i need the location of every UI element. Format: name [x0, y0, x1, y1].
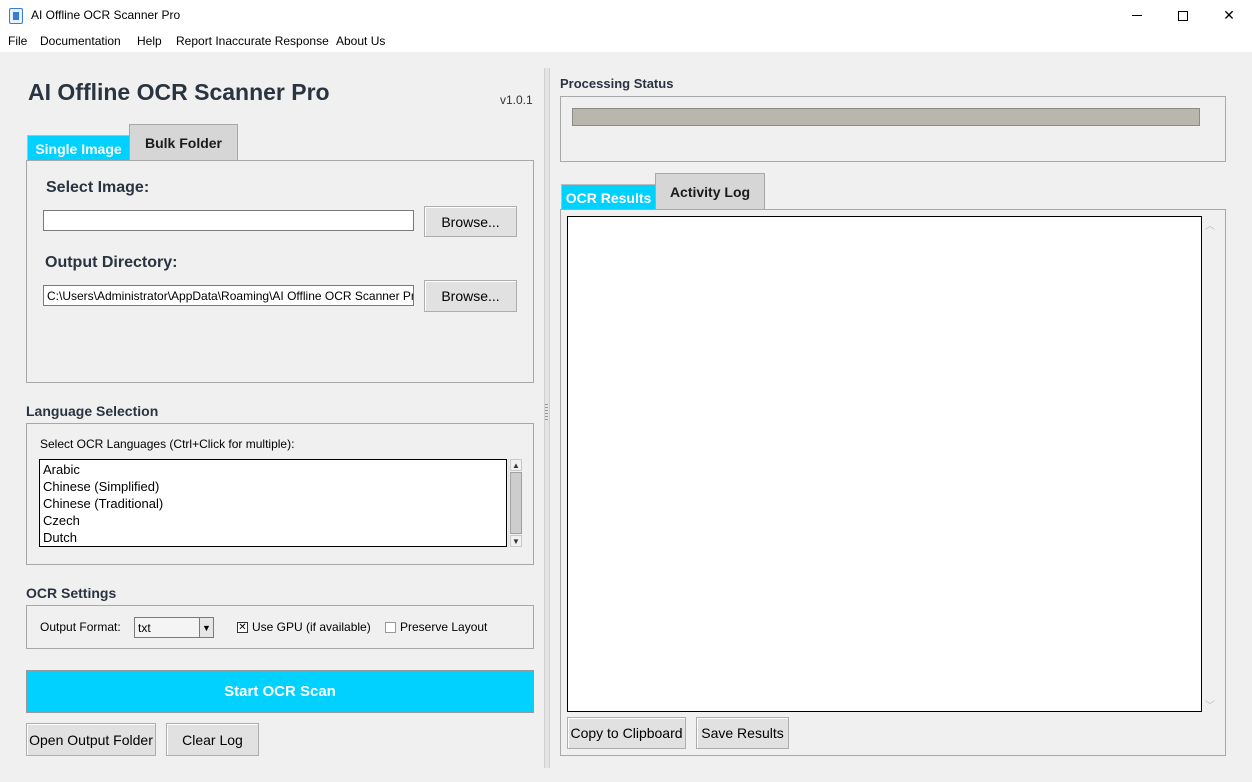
progress-bar: [572, 108, 1200, 126]
use-gpu-checkbox[interactable]: ✕: [237, 622, 248, 633]
processing-status-title: Processing Status: [560, 76, 674, 91]
close-icon: ✕: [1223, 7, 1235, 23]
menu-bar: File Documentation Help Report Inaccurat…: [0, 31, 1252, 52]
browse-image-button[interactable]: Browse...: [424, 206, 517, 237]
language-listbox[interactable]: Arabic Chinese (Simplified) Chinese (Tra…: [39, 459, 507, 547]
menu-file[interactable]: File: [8, 34, 27, 48]
results-scroll-down-icon[interactable]: ﹀: [1205, 697, 1215, 712]
clear-log-button[interactable]: Clear Log: [166, 723, 259, 756]
window-title: AI Offline OCR Scanner Pro: [31, 8, 181, 22]
use-gpu-label: Use GPU (if available): [252, 620, 371, 634]
menu-documentation[interactable]: Documentation: [40, 34, 121, 48]
start-ocr-scan-button[interactable]: Start OCR Scan: [26, 670, 534, 713]
splitter-grip-icon[interactable]: [545, 404, 548, 420]
output-format-value: txt: [138, 620, 151, 635]
scroll-thumb[interactable]: [510, 472, 522, 534]
minimize-button[interactable]: [1114, 0, 1160, 31]
language-item-dutch[interactable]: Dutch: [43, 530, 77, 545]
minimize-icon: [1132, 15, 1142, 16]
tab-ocr-results[interactable]: OCR Results: [561, 184, 656, 211]
select-image-label: Select Image:: [46, 179, 150, 196]
preserve-layout-checkbox[interactable]: [385, 622, 396, 633]
output-directory-input[interactable]: C:\Users\Administrator\AppData\Roaming\A…: [43, 285, 414, 306]
chevron-down-icon[interactable]: ▼: [199, 618, 213, 637]
title-bar: AI Offline OCR Scanner Pro ✕: [0, 0, 1252, 31]
save-results-button[interactable]: Save Results: [696, 717, 789, 749]
select-image-input[interactable]: [43, 210, 414, 231]
processing-status-panel: [560, 96, 1226, 162]
language-item-czech[interactable]: Czech: [43, 513, 80, 528]
menu-report-inaccurate-response[interactable]: Report Inaccurate Response: [176, 34, 329, 48]
scroll-up-icon[interactable]: ▲: [510, 459, 522, 471]
close-button[interactable]: ✕: [1206, 0, 1252, 31]
language-item-chinese-simplified[interactable]: Chinese (Simplified): [43, 479, 159, 494]
browse-output-button[interactable]: Browse...: [424, 280, 517, 312]
maximize-icon: [1178, 10, 1188, 21]
app-title: AI Offline OCR Scanner Pro: [28, 79, 330, 105]
copy-to-clipboard-button[interactable]: Copy to Clipboard: [567, 717, 686, 749]
check-icon: ✕: [238, 621, 247, 633]
menu-about-us[interactable]: About Us: [336, 34, 385, 48]
language-item-chinese-traditional[interactable]: Chinese (Traditional): [43, 496, 163, 511]
scroll-down-icon[interactable]: ▼: [510, 535, 522, 547]
tab-activity-log[interactable]: Activity Log: [655, 173, 765, 210]
preserve-layout-label: Preserve Layout: [400, 620, 488, 634]
tab-single-image[interactable]: Single Image: [27, 135, 130, 162]
language-scrollbar[interactable]: ▲ ▼: [508, 459, 522, 547]
language-selection-title: Language Selection: [26, 403, 159, 419]
maximize-button[interactable]: [1160, 0, 1206, 31]
open-output-folder-button[interactable]: Open Output Folder: [26, 723, 156, 756]
language-hint: Select OCR Languages (Ctrl+Click for mul…: [40, 437, 295, 451]
menu-help[interactable]: Help: [137, 34, 162, 48]
ocr-results-textarea[interactable]: [567, 216, 1202, 712]
output-directory-label: Output Directory:: [45, 254, 178, 271]
app-icon: [9, 8, 23, 24]
tab-bulk-folder[interactable]: Bulk Folder: [129, 124, 238, 161]
version-label: v1.0.1: [500, 93, 533, 107]
output-format-label: Output Format:: [40, 620, 121, 634]
ocr-settings-title: OCR Settings: [26, 585, 117, 601]
output-format-select[interactable]: txt ▼: [134, 617, 214, 638]
results-scroll-up-icon[interactable]: ︿: [1205, 217, 1215, 232]
language-item-arabic[interactable]: Arabic: [43, 462, 80, 477]
